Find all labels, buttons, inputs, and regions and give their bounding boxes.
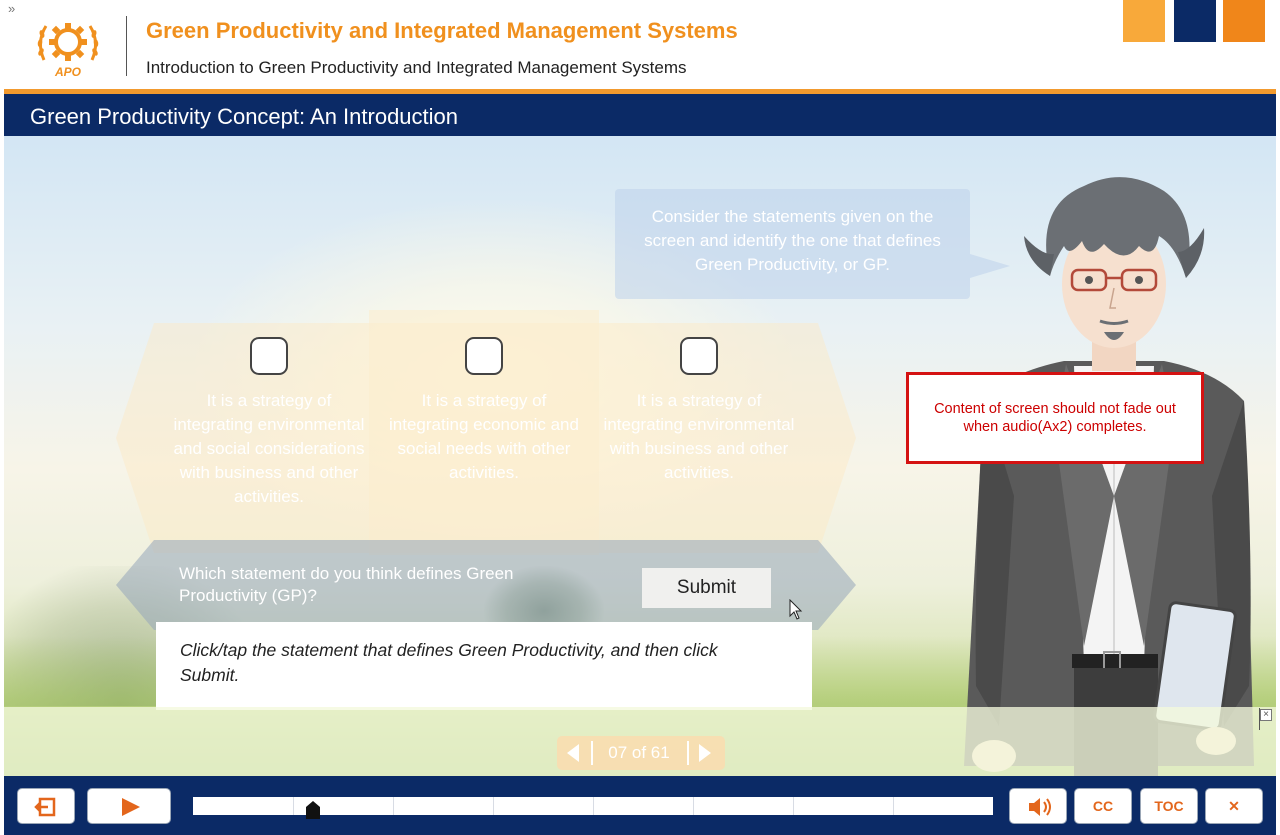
- close-button[interactable]: ✕: [1205, 788, 1263, 824]
- narrator-character: [964, 177, 1254, 776]
- toc-button[interactable]: TOC: [1140, 788, 1198, 824]
- progress-tick: [693, 797, 694, 815]
- cc-button[interactable]: CC: [1074, 788, 1132, 824]
- cc-label: CC: [1092, 798, 1114, 814]
- brand-block-orange-light: [1123, 0, 1165, 42]
- option-a-text: It is a strategy of integrating environm…: [173, 391, 365, 506]
- option-c-checkbox[interactable]: [680, 337, 718, 375]
- options-panel: It is a strategy of integrating environm…: [116, 310, 856, 555]
- slide-stage: Consider the statements given on the scr…: [4, 136, 1276, 776]
- instruction-box: Click/tap the statement that defines Gre…: [156, 622, 812, 710]
- progress-tick: [893, 797, 894, 815]
- triangle-right-icon[interactable]: [699, 744, 711, 762]
- course-header: » APO Green Productivity and Integrated …: [0, 0, 1280, 94]
- option-c-text: It is a strategy of integrating environm…: [603, 391, 795, 482]
- brand-block-navy: [1174, 0, 1216, 42]
- option-b-checkbox[interactable]: [465, 337, 503, 375]
- speech-text: Consider the statements given on the scr…: [644, 207, 941, 274]
- speaker-icon: [1029, 798, 1051, 816]
- band-close-icon[interactable]: ×: [1260, 709, 1272, 721]
- progress-bar[interactable]: [193, 797, 993, 819]
- speech-bubble: Consider the statements given on the scr…: [615, 189, 970, 299]
- pager-label: 07 of 61: [608, 743, 670, 762]
- review-note: Content of screen should not fade out wh…: [906, 372, 1204, 464]
- toc-label: TOC: [1154, 798, 1184, 814]
- statement-option-c[interactable]: It is a strategy of integrating environm…: [599, 337, 799, 485]
- question-text: Which statement do you think defines Gre…: [179, 564, 514, 605]
- submit-button[interactable]: Submit: [642, 568, 771, 608]
- progress-tick: [493, 797, 494, 815]
- progress-tick: [293, 797, 294, 815]
- exit-icon: [34, 797, 56, 817]
- progress-handle[interactable]: [305, 801, 321, 819]
- mouse-pointer-icon: [789, 599, 803, 620]
- progress-tick: [593, 797, 594, 815]
- brand-block-orange: [1223, 0, 1265, 42]
- close-icon: ✕: [1228, 798, 1240, 814]
- course-subtitle: Introduction to Green Productivity and I…: [146, 58, 687, 77]
- pager-divider: [591, 741, 593, 765]
- course-player: » APO Green Productivity and Integrated …: [0, 0, 1280, 835]
- logo-text: APO: [54, 65, 82, 79]
- apo-logo: APO: [37, 23, 99, 79]
- statement-option-b[interactable]: It is a strategy of integrating economic…: [384, 337, 584, 485]
- slide-title: Green Productivity Concept: An Introduct…: [30, 104, 459, 129]
- slide-pager: 07 of 61: [557, 736, 725, 770]
- header-divider: [126, 16, 127, 76]
- review-note-text: Content of screen should not fade out wh…: [934, 401, 1176, 435]
- pager-divider: [687, 741, 689, 765]
- expand-toggle[interactable]: »: [8, 2, 15, 16]
- option-b-text: It is a strategy of integrating economic…: [389, 391, 579, 482]
- audio-button[interactable]: [1009, 788, 1067, 824]
- slide-title-bar: Green Productivity Concept: An Introduct…: [4, 94, 1276, 136]
- course-title: Green Productivity and Integrated Manage…: [146, 18, 738, 43]
- progress-tick: [393, 797, 394, 815]
- exit-button[interactable]: [17, 788, 75, 824]
- statement-option-a[interactable]: It is a strategy of integrating environm…: [169, 337, 369, 509]
- player-control-bar: CC TOC ✕: [4, 776, 1276, 835]
- play-button[interactable]: [87, 788, 171, 824]
- triangle-left-icon[interactable]: [567, 744, 579, 762]
- option-a-checkbox[interactable]: [250, 337, 288, 375]
- play-icon: [122, 798, 140, 816]
- instruction-text: Click/tap the statement that defines Gre…: [180, 640, 718, 685]
- progress-tick: [793, 797, 794, 815]
